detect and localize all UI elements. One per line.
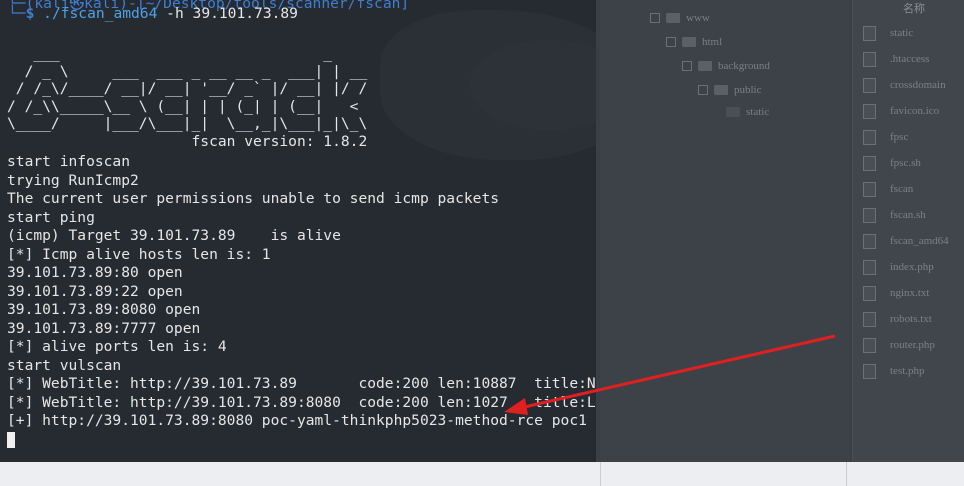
annotation-arrow	[504, 334, 836, 415]
arrow-head	[504, 398, 528, 415]
arrow-shaft	[519, 334, 836, 410]
